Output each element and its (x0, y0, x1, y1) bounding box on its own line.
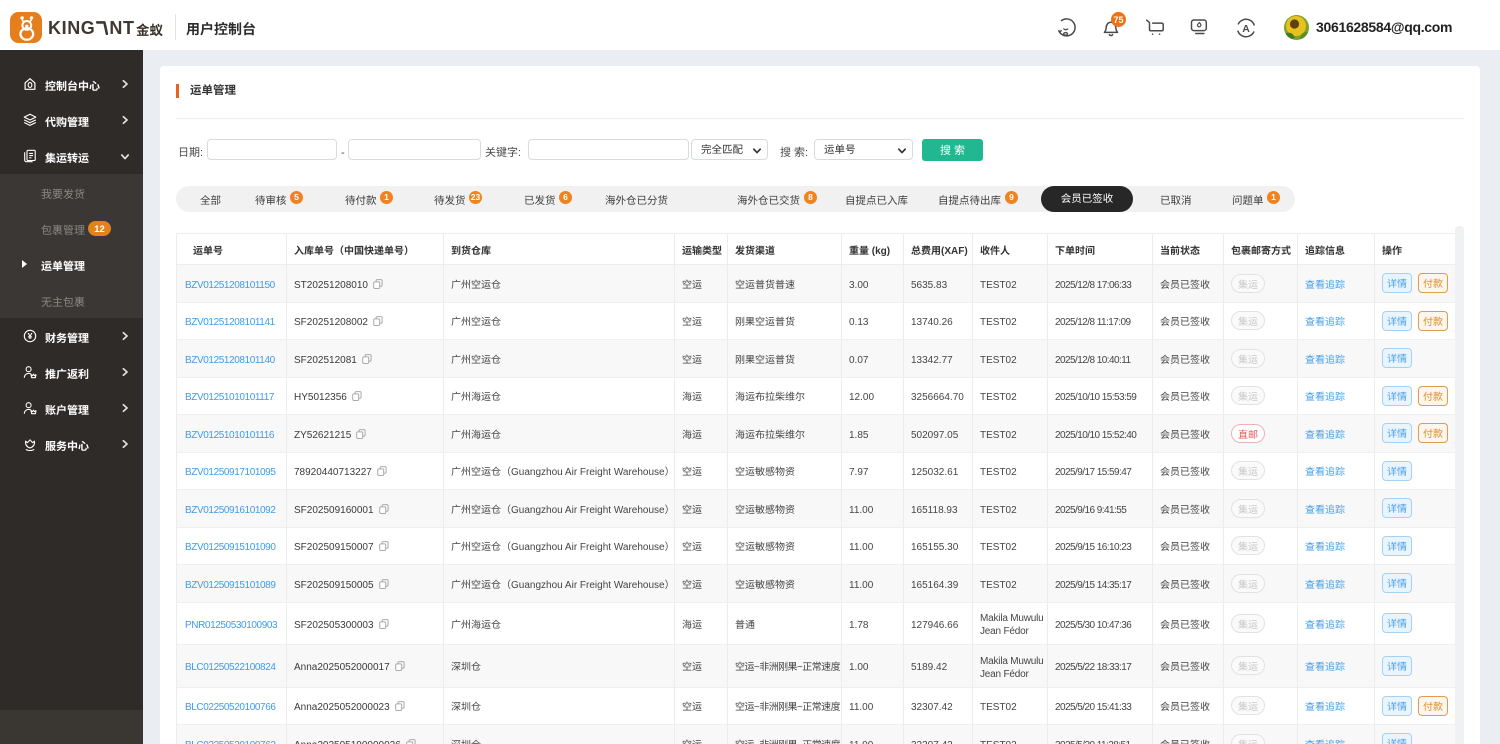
svg-text:A: A (1242, 23, 1250, 35)
svg-text:¥: ¥ (28, 331, 33, 341)
